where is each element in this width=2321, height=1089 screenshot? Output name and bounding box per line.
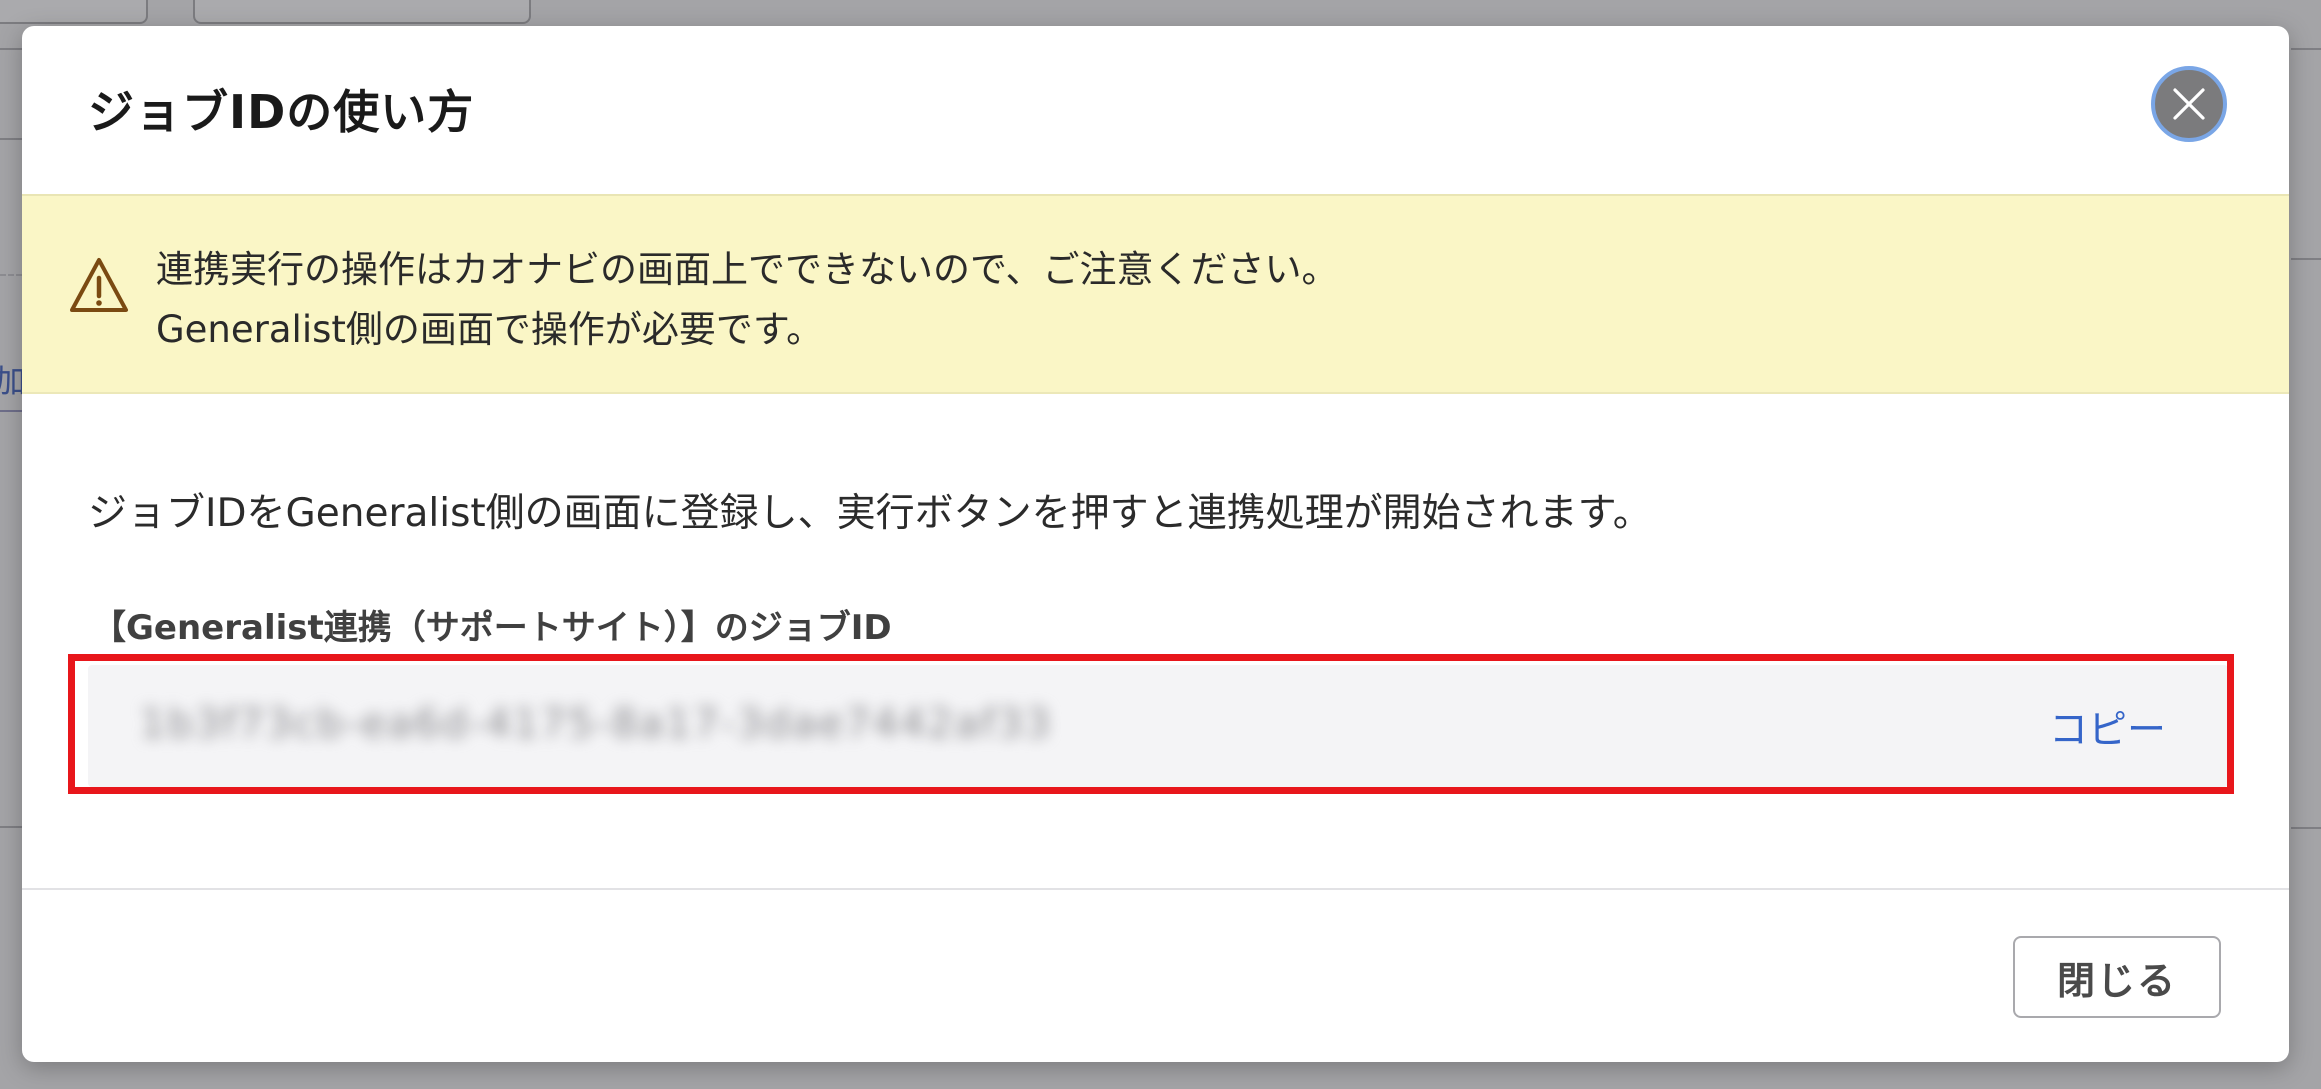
background-divider	[0, 48, 22, 50]
close-icon	[2173, 88, 2205, 120]
job-id-usage-dialog: ジョブIDの使い方 連携実行の操作はカオナビの画面上でできないので、ご注意くださ…	[22, 26, 2289, 1062]
dialog-title: ジョブIDの使い方	[88, 85, 475, 139]
background-divider	[2291, 48, 2321, 50]
job-id-label: 【Generalist連携（サポートサイト）】のジョブID	[92, 608, 892, 648]
warning-line-2: Generalist側の画面で操作が必要です。	[156, 308, 824, 351]
background-divider	[0, 826, 22, 828]
background-divider	[2291, 258, 2321, 260]
close-dialog-button[interactable]: 閉じる	[2013, 936, 2221, 1018]
highlight-annotation	[68, 654, 2234, 794]
dialog-header: ジョブIDの使い方	[22, 26, 2289, 194]
background-button	[0, 0, 148, 24]
warning-message: 連携実行の操作はカオナビの画面上でできないので、ご注意ください。 General…	[156, 240, 1339, 360]
background-divider	[2291, 827, 2321, 829]
background-button	[193, 0, 531, 24]
background-divider	[0, 274, 22, 278]
usage-description: ジョブIDをGeneralist側の画面に登録し、実行ボタンを押すと連携処理が開…	[88, 491, 1652, 536]
warning-icon	[70, 258, 128, 312]
warning-banner: 連携実行の操作はカオナビの画面上でできないので、ご注意ください。 General…	[22, 194, 2289, 394]
warning-line-1: 連携実行の操作はカオナビの画面上でできないので、ご注意ください。	[156, 248, 1339, 291]
footer-divider	[22, 888, 2289, 890]
background-divider	[0, 410, 22, 412]
close-button[interactable]	[2151, 66, 2227, 142]
background-divider	[0, 138, 22, 140]
